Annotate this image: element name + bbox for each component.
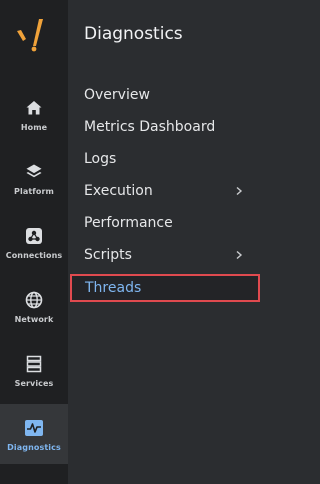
rail-item-label: Diagnostics	[7, 443, 61, 452]
globe-icon	[24, 290, 44, 310]
nav-item-label: Threads	[85, 280, 142, 296]
nav-item-label: Metrics Dashboard	[84, 119, 216, 135]
nav-item-performance[interactable]: Performance	[68, 210, 260, 236]
rail-item-network[interactable]: Network	[0, 288, 68, 338]
home-icon	[24, 98, 44, 118]
icon-rail: Home Platform Connections Network Servic…	[0, 0, 68, 484]
panel-title: Diagnostics	[84, 24, 183, 44]
chevron-right-icon	[236, 250, 243, 260]
nav-item-metrics-dashboard[interactable]: Metrics Dashboard	[68, 114, 260, 140]
nav-item-label: Performance	[84, 215, 173, 231]
nav-item-label: Logs	[84, 151, 117, 167]
rail-item-label: Platform	[14, 187, 54, 196]
diagnostics-panel: Diagnostics Overview Metrics Dashboard L…	[68, 0, 260, 484]
nav-item-scripts[interactable]: Scripts	[68, 242, 260, 268]
logo-icon	[17, 19, 43, 52]
chevron-right-icon	[236, 186, 243, 196]
nav-item-label: Execution	[84, 183, 153, 199]
pulse-icon	[24, 418, 44, 438]
services-icon	[24, 354, 44, 374]
rail-item-label: Connections	[5, 251, 63, 260]
rail-item-platform[interactable]: Platform	[0, 160, 68, 210]
rail-item-diagnostics[interactable]: Diagnostics	[0, 404, 68, 464]
rail-item-home[interactable]: Home	[0, 96, 68, 146]
nav-item-label: Overview	[84, 87, 150, 103]
app-window: Home Platform Connections Network Servic…	[0, 0, 260, 484]
nav-item-label: Scripts	[84, 247, 132, 263]
rail-item-label: Network	[14, 315, 54, 324]
rail-item-label: Services	[14, 379, 54, 388]
rail-item-connections[interactable]: Connections	[0, 224, 68, 274]
nav-item-logs[interactable]: Logs	[68, 146, 260, 172]
rail-item-label: Home	[20, 123, 48, 132]
nav-item-overview[interactable]: Overview	[68, 82, 260, 108]
nav-item-threads[interactable]: Threads	[70, 274, 260, 302]
layers-icon	[24, 162, 44, 182]
rail-item-services[interactable]: Services	[0, 352, 68, 402]
connections-icon	[24, 226, 44, 246]
nav-item-execution[interactable]: Execution	[68, 178, 260, 204]
